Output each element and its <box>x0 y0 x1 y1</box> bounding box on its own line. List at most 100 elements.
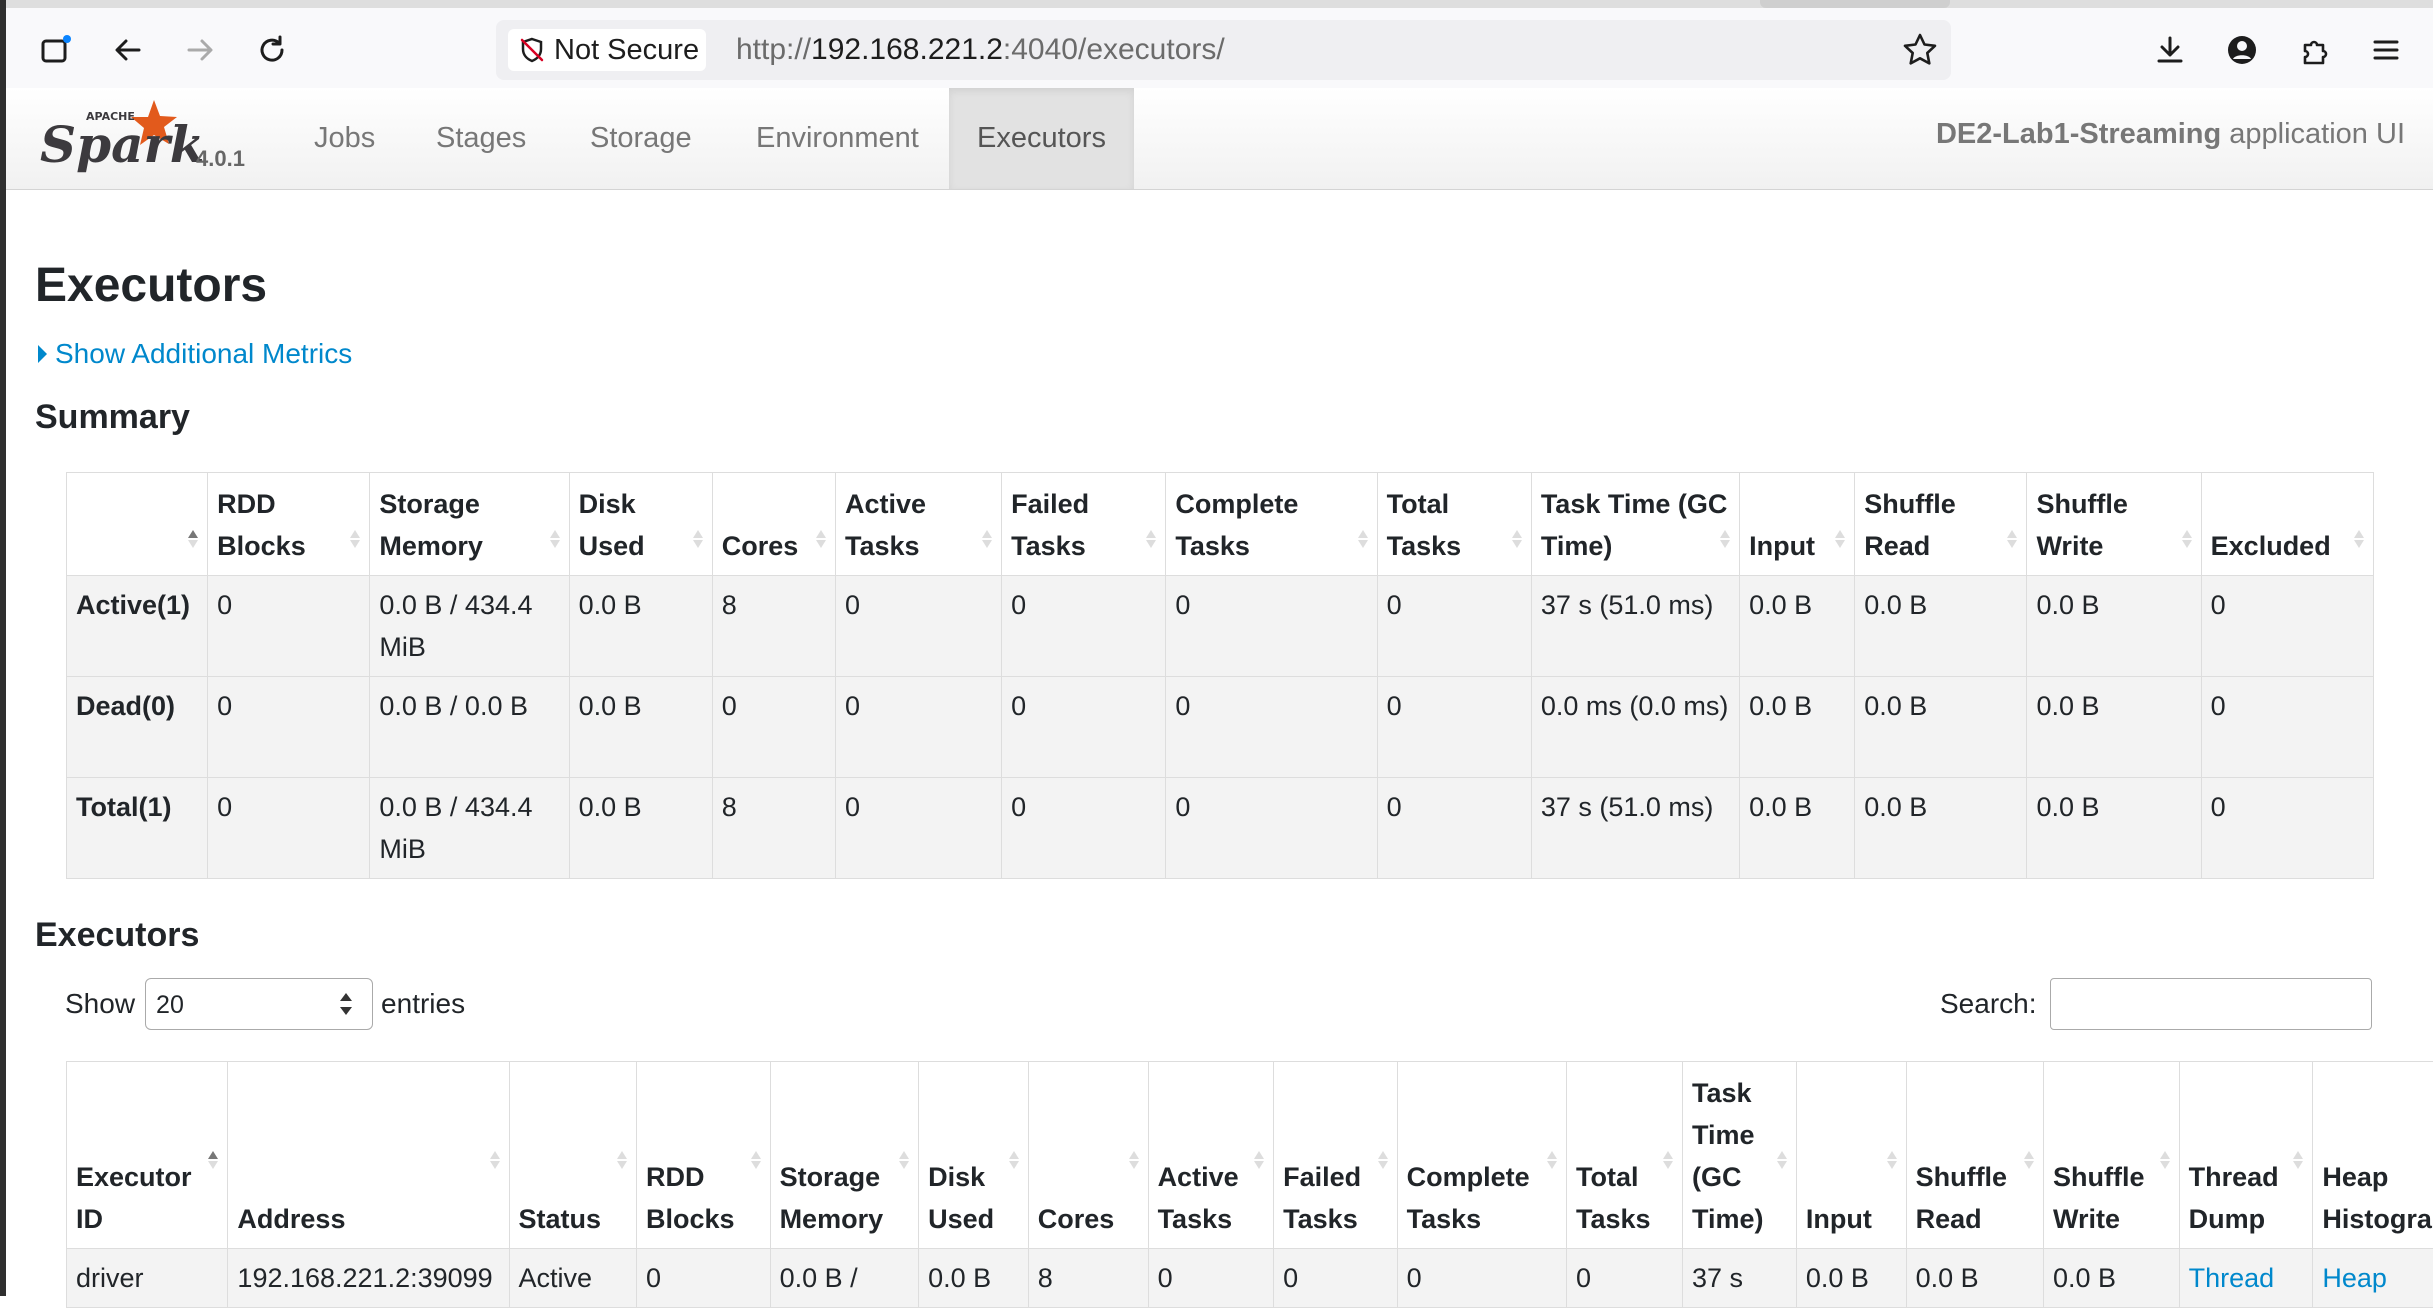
page-title: Executors <box>35 258 267 313</box>
nav-jobs[interactable]: Jobs <box>286 88 403 189</box>
forward-button[interactable] <box>178 28 222 72</box>
arrow-left-icon <box>111 33 145 67</box>
url-text[interactable]: http://192.168.221.2:4040/executors/ <box>736 33 1225 67</box>
executors-header-cell[interactable]: Total Tasks <box>1566 1062 1682 1249</box>
table-cell: 8 <box>712 576 835 677</box>
arrow-right-icon <box>183 33 217 67</box>
sort-asc-icon <box>207 1148 219 1172</box>
spark-logo[interactable]: Spark APACHE <box>34 92 204 184</box>
summary-header-cell[interactable]: Excluded <box>2201 473 2373 576</box>
executors-header-cell[interactable]: Thread Dump <box>2179 1062 2313 1249</box>
summary-header-cell[interactable]: Complete Tasks <box>1166 473 1377 576</box>
summary-header-cell[interactable]: Active Tasks <box>835 473 1001 576</box>
downloads-button[interactable] <box>2148 28 2192 72</box>
executors-header-cell[interactable]: Executor ID <box>67 1062 228 1249</box>
table-cell: 0.0 B <box>569 677 712 778</box>
summary-header-cell[interactable]: Cores <box>712 473 835 576</box>
table-cell: 0 <box>1377 576 1531 677</box>
account-icon <box>2225 33 2259 67</box>
summary-header-cell[interactable]: Total Tasks <box>1377 473 1531 576</box>
executors-section-title: Executors <box>35 916 199 955</box>
bookmark-star-icon[interactable] <box>1901 31 1939 69</box>
table-cell: 0 <box>1002 576 1166 677</box>
executors-header-cell[interactable]: Storage Memory <box>770 1062 919 1249</box>
executors-header-cell[interactable]: Complete Tasks <box>1397 1062 1566 1249</box>
tab-overview-button[interactable] <box>34 28 78 72</box>
sort-icon <box>2353 527 2365 551</box>
executors-header-cell[interactable]: RDD Blocks <box>637 1062 771 1249</box>
executors-header-cell[interactable]: Input <box>1796 1062 1906 1249</box>
sort-icon <box>1357 527 1369 551</box>
table-row: Dead(0) 0 0.0 B / 0.0 B 0.0 B 0 0 0 0 0 … <box>67 677 2374 778</box>
app-name: DE2-Lab1-Streaming <box>1936 118 2221 150</box>
table-cell: 192.168.221.2:39099 <box>228 1249 509 1308</box>
summary-header-cell[interactable]: RDD Blocks <box>208 473 370 576</box>
url-path: :4040/executors/ <box>1003 33 1225 66</box>
app-title: DE2-Lab1-Streaming application UI <box>1936 118 2405 151</box>
url-bar[interactable]: Not Secure http://192.168.221.2:4040/exe… <box>496 20 1951 80</box>
table-cell: 0 <box>835 677 1001 778</box>
executors-header-cell[interactable]: Failed Tasks <box>1274 1062 1397 1249</box>
table-cell: 0.0 B / <box>770 1249 919 1308</box>
search-input[interactable] <box>2050 978 2372 1030</box>
show-additional-metrics-link[interactable]: Show Additional Metrics <box>38 338 352 370</box>
thread-dump-link[interactable]: Thread <box>2189 1263 2275 1293</box>
sort-icon <box>815 527 827 551</box>
executors-header-cell[interactable]: Shuffle Write <box>2043 1062 2179 1249</box>
summary-header-cell[interactable]: Disk Used <box>569 473 712 576</box>
sort-icon <box>1145 527 1157 551</box>
executors-header-cell[interactable]: Task Time (GC Time) <box>1682 1062 1796 1249</box>
summary-header-cell[interactable]: Input <box>1740 473 1855 576</box>
summary-header-cell[interactable] <box>67 473 208 576</box>
additional-metrics-label: Show Additional Metrics <box>55 338 352 370</box>
nav-storage[interactable]: Storage <box>562 88 720 189</box>
table-cell: 0 <box>208 778 370 879</box>
summary-header-cell[interactable]: Task Time (GC Time) <box>1531 473 1739 576</box>
tabs-icon <box>39 33 73 67</box>
table-cell: 0.0 B <box>1740 576 1855 677</box>
tab-strip <box>0 0 2433 8</box>
table-cell: 0 <box>208 576 370 677</box>
nav-environment[interactable]: Environment <box>728 88 947 189</box>
caret-right-icon <box>38 345 47 363</box>
table-cell: 0.0 B <box>2027 677 2201 778</box>
download-icon <box>2153 33 2187 67</box>
executors-header-cell[interactable]: Cores <box>1028 1062 1148 1249</box>
spark-navbar: Spark APACHE 4.0.1 Jobs Stages Storage E… <box>6 88 2433 190</box>
security-indicator[interactable]: Not Secure <box>508 29 706 71</box>
reload-button[interactable] <box>250 28 294 72</box>
sort-icon <box>349 527 361 551</box>
table-cell: 37 s (51.0 ms) <box>1531 778 1739 879</box>
table-cell: 0 <box>1166 576 1377 677</box>
table-cell: 8 <box>1028 1249 1148 1308</box>
menu-button[interactable] <box>2364 28 2408 72</box>
table-cell: 0 <box>1377 778 1531 879</box>
summary-header-cell[interactable]: Failed Tasks <box>1002 473 1166 576</box>
heap-histogram-link[interactable]: Heap <box>2322 1263 2387 1293</box>
entries-control: Show 20 entries <box>65 978 465 1030</box>
table-cell: 0.0 B / 434.4 MiB <box>370 576 569 677</box>
summary-header-cell[interactable]: Shuffle Write <box>2027 473 2201 576</box>
table-cell: 0 <box>1566 1249 1682 1308</box>
nav-executors[interactable]: Executors <box>949 88 1134 189</box>
sort-icon <box>692 527 704 551</box>
summary-header-cell[interactable]: Shuffle Read <box>1855 473 2027 576</box>
summary-header-cell[interactable]: Storage Memory <box>370 473 569 576</box>
nav-stages[interactable]: Stages <box>408 88 554 189</box>
executors-header-cell[interactable]: Disk Used <box>919 1062 1029 1249</box>
extensions-button[interactable] <box>2292 28 2336 72</box>
sort-icon <box>549 527 561 551</box>
table-row: driver 192.168.221.2:39099 Active 0 0.0 … <box>67 1249 2433 1308</box>
entries-select[interactable]: 20 <box>145 978 373 1030</box>
thread-dump-cell: Thread <box>2179 1249 2313 1308</box>
executors-header-cell[interactable]: Address <box>228 1062 509 1249</box>
account-button[interactable] <box>2220 28 2264 72</box>
executors-header-cell[interactable]: Status <box>509 1062 637 1249</box>
table-cell: 0 <box>2201 778 2373 879</box>
executors-header-cell[interactable]: Active Tasks <box>1148 1062 1274 1249</box>
table-cell: 8 <box>712 778 835 879</box>
entries-value: 20 <box>156 991 184 1020</box>
executors-header-cell[interactable]: Heap Histogram <box>2313 1062 2433 1249</box>
back-button[interactable] <box>106 28 150 72</box>
executors-header-cell[interactable]: Shuffle Read <box>1906 1062 2043 1249</box>
